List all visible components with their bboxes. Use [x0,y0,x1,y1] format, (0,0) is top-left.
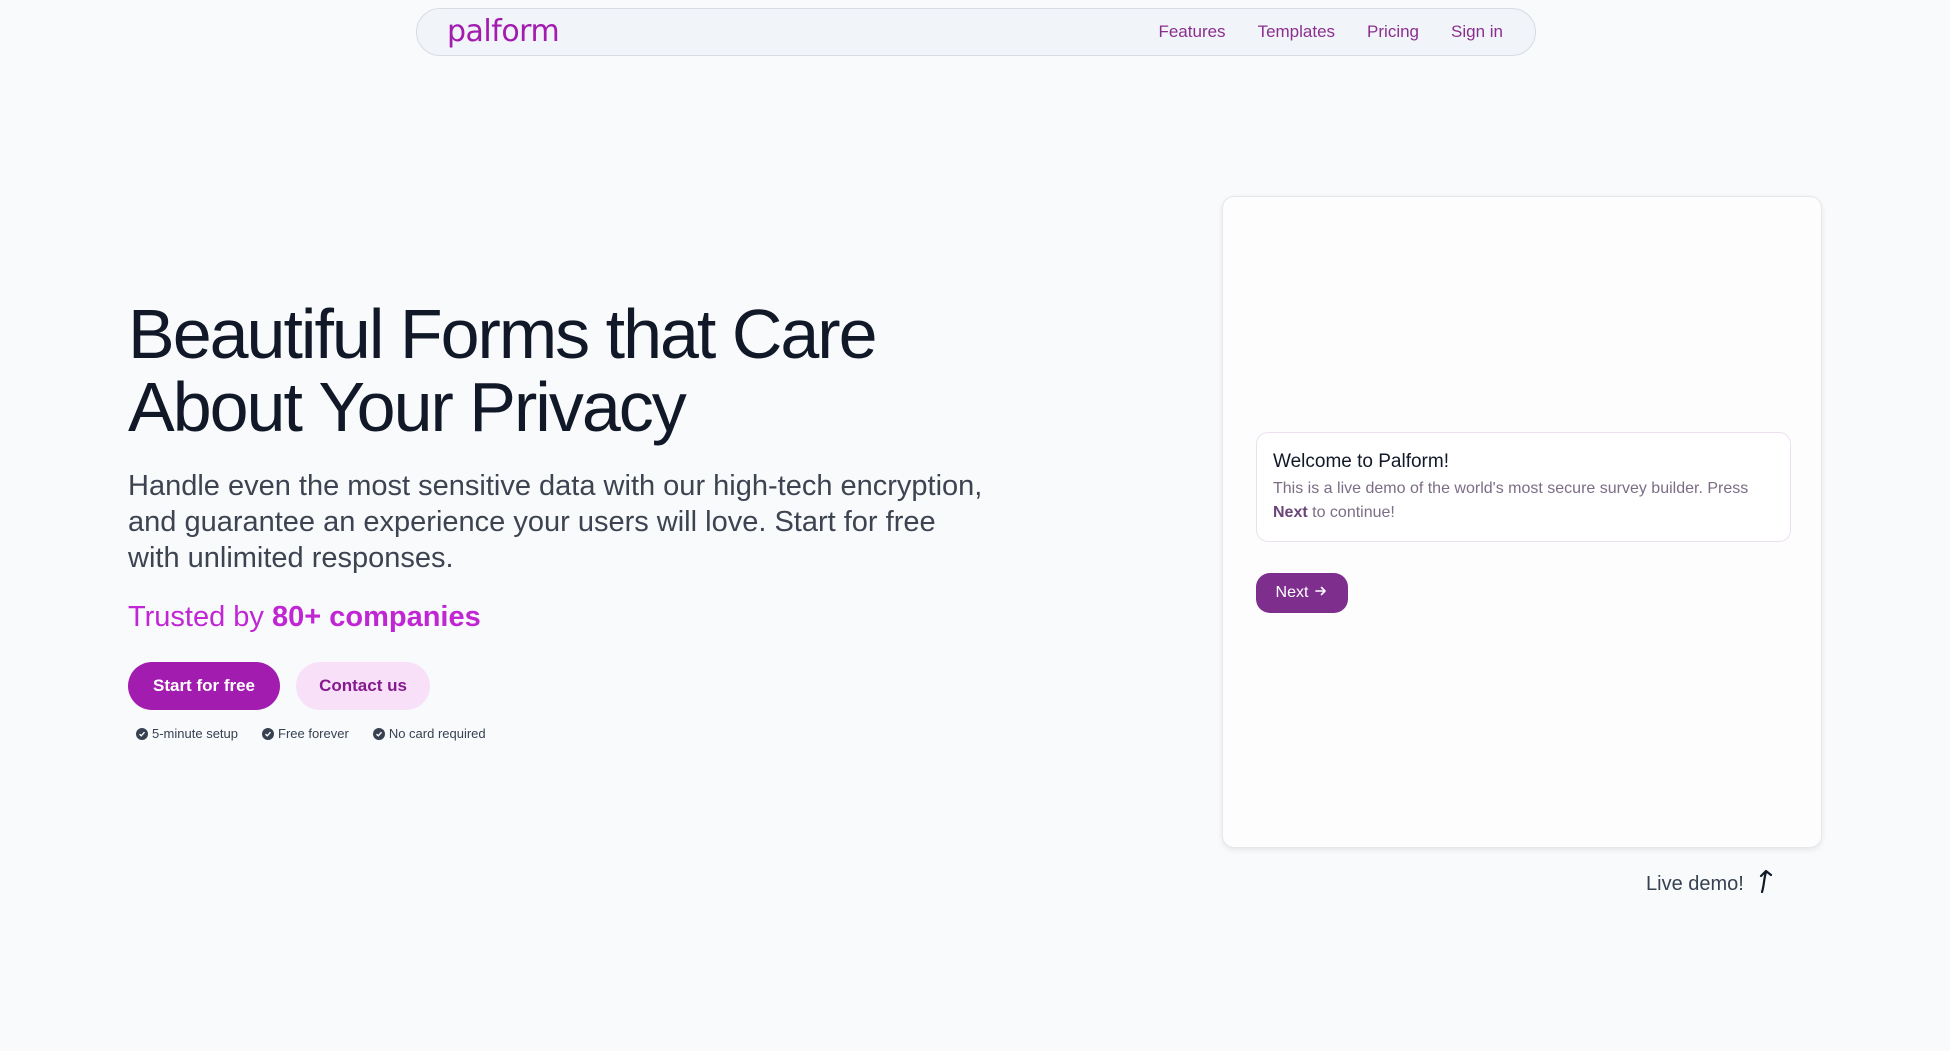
next-section-heading-peek [420,1040,980,1051]
perk-label: Free forever [278,726,349,741]
perk-item: 5-minute setup [136,726,238,741]
demo-card-body: This is a live demo of the world's most … [1273,477,1774,525]
demo-next-button[interactable]: Next [1256,573,1348,613]
perks-list: 5-minute setup Free forever No card requ… [136,726,486,741]
hero-title-highlight: Your Privacy [318,368,686,446]
nav-link-features[interactable]: Features [1158,22,1225,42]
demo-next-label: Next [1275,584,1309,601]
nav-link-templates[interactable]: Templates [1258,22,1335,42]
contact-us-button[interactable]: Contact us [296,662,430,710]
demo-body-prefix: This is a live demo of the world's most … [1273,480,1749,497]
palform-logo[interactable]: palform [447,17,560,47]
arrow-right-icon [1314,584,1328,603]
perk-item: Free forever [262,726,349,741]
hero-title-line2-prefix: About [128,368,319,446]
demo-card-title: Welcome to Palform! [1273,451,1449,472]
nav-link-sign-in[interactable]: Sign in [1451,22,1503,42]
perk-label: No card required [388,726,486,741]
trusted-prefix: Trusted by [128,601,272,633]
live-demo-panel: Welcome to Palform! This is a live demo … [1222,196,1822,848]
demo-body-suffix: to continue! [1307,504,1395,521]
nav-links: Features Templates Pricing Sign in [1158,22,1503,42]
hero-title: Beautiful Forms that Care About Your Pri… [128,295,878,446]
live-demo-label: Live demo! [1646,872,1744,895]
perk-label: 5-minute setup [152,726,238,741]
trusted-by-text: Trusted by 80+ companies [128,601,481,634]
demo-welcome-card: Welcome to Palform! This is a live demo … [1256,432,1791,542]
perk-item: No card required [372,726,486,741]
check-circle-icon [372,727,385,740]
check-circle-icon [262,727,274,740]
nav-link-pricing[interactable]: Pricing [1367,22,1419,42]
start-for-free-button[interactable]: Start for free [128,662,280,710]
curved-arrow-up-icon [1756,868,1776,900]
top-navbar: palform Features Templates Pricing Sign … [416,8,1536,56]
trusted-count: 80+ companies [271,601,481,633]
hero-subtitle: Handle even the most sensitive data with… [128,470,983,574]
live-demo-caption: Live demo! [1646,868,1776,900]
hero-title-line1: Beautiful Forms that Care [128,295,878,373]
demo-body-bold: Next [1273,504,1308,521]
check-circle-icon [136,727,148,740]
